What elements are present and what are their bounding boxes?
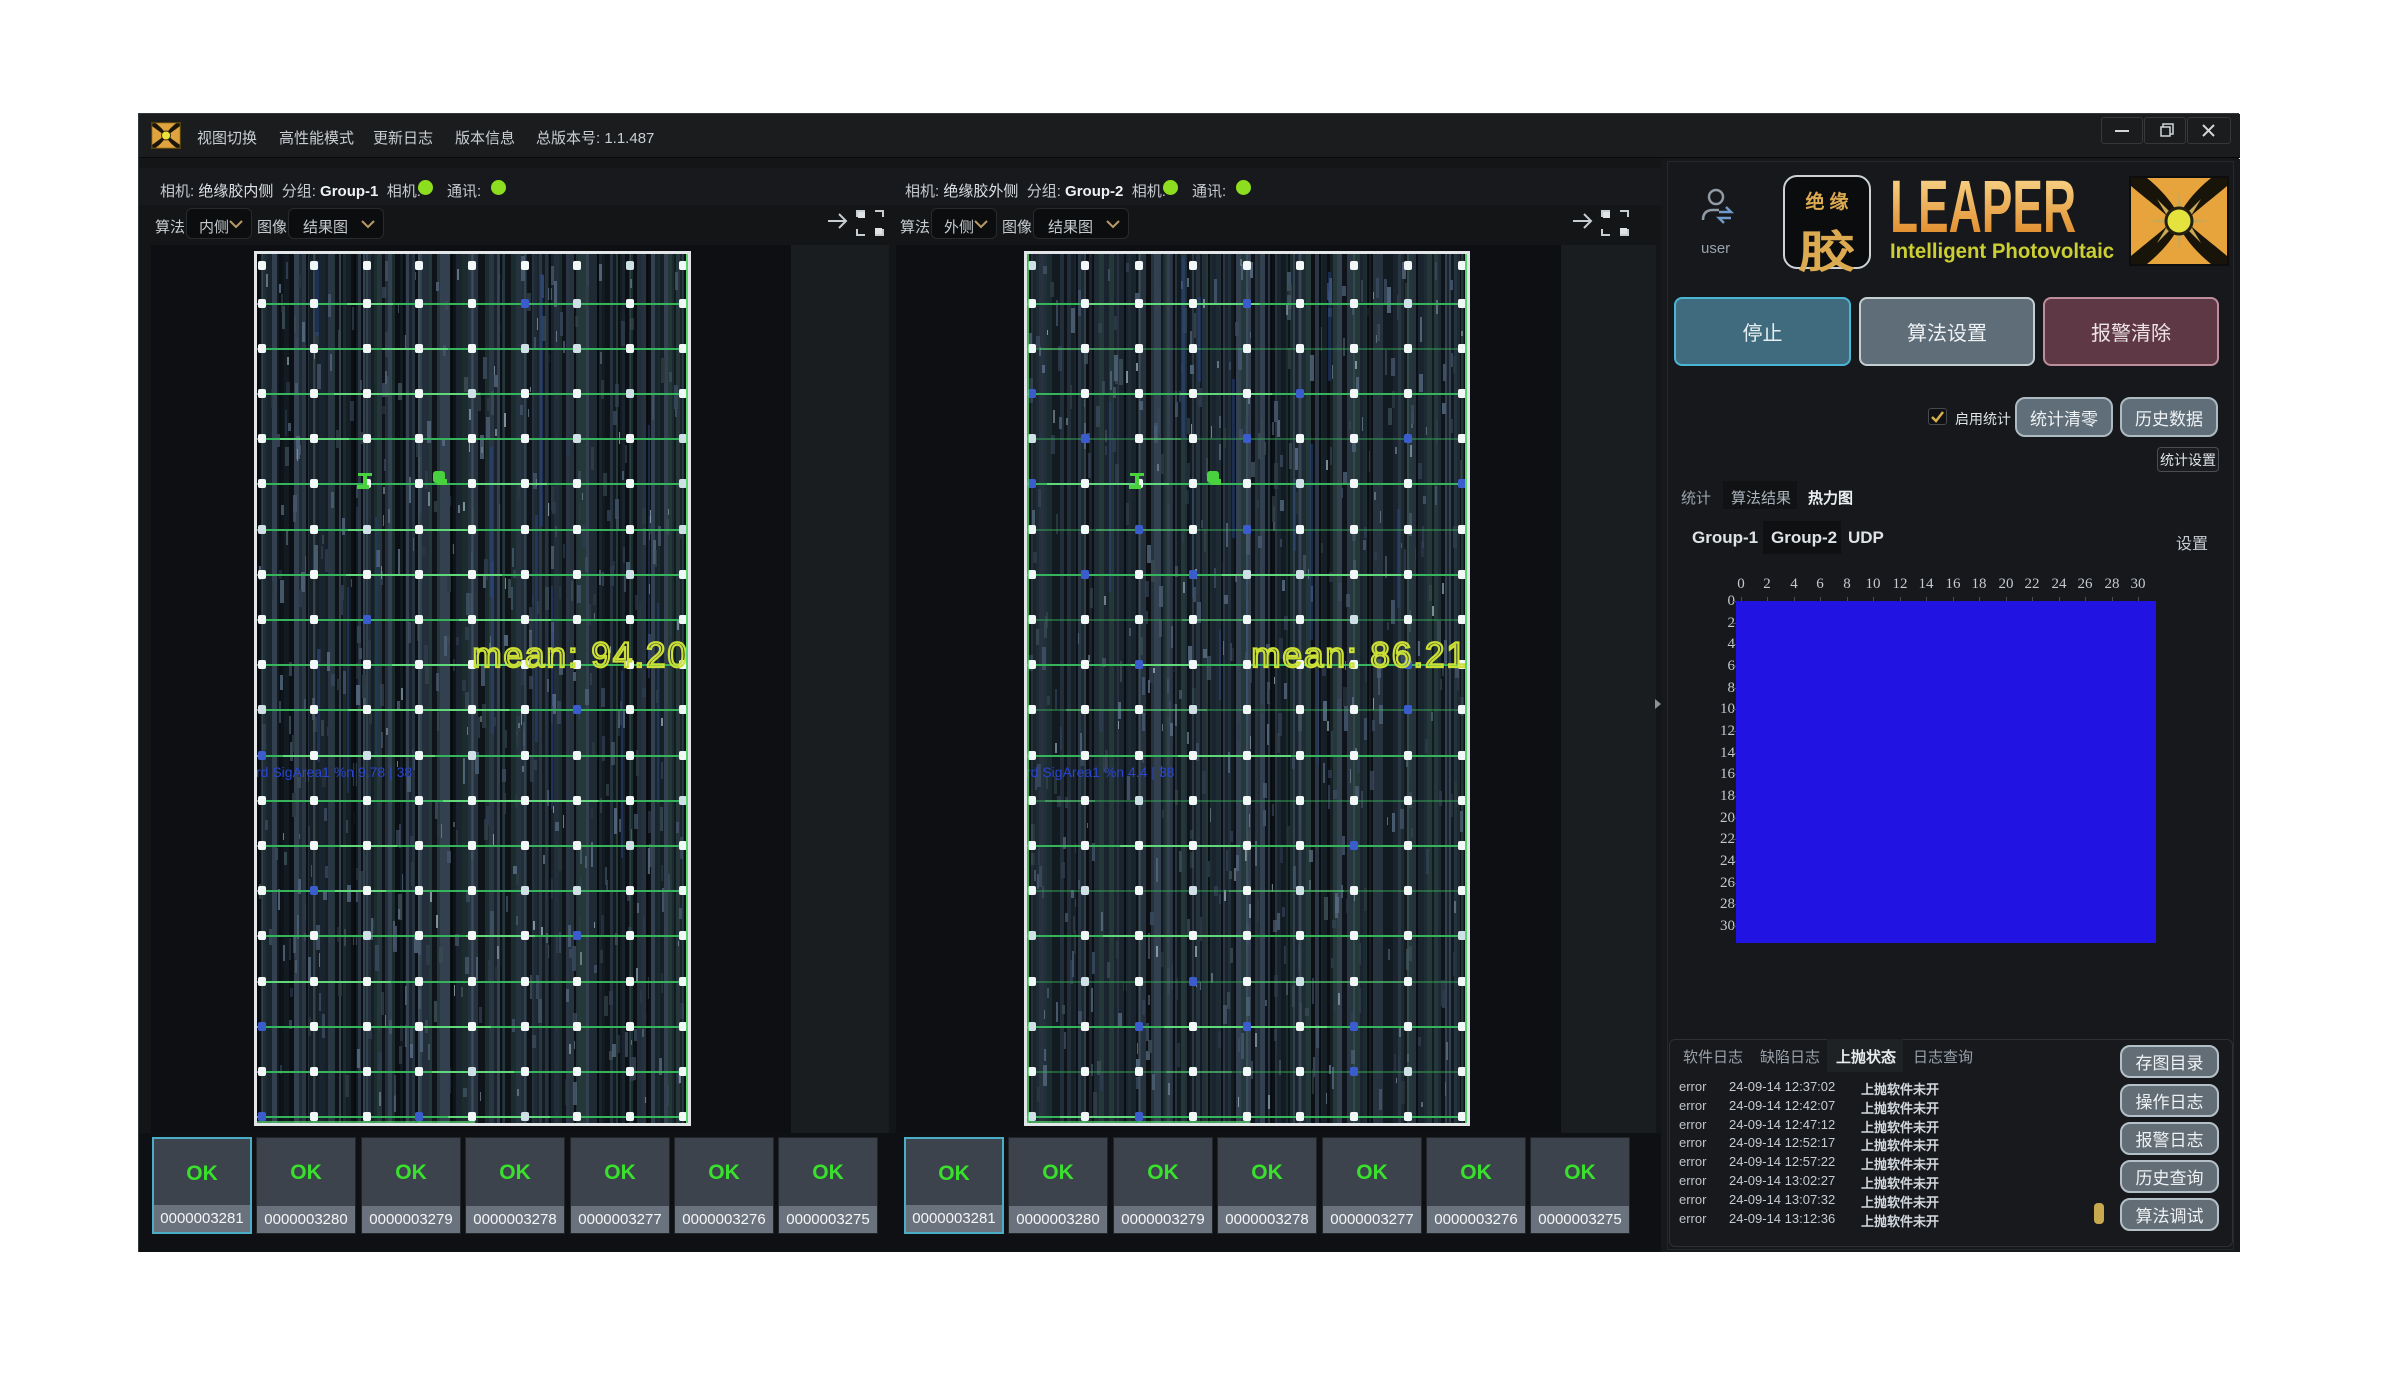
- svg-text:rd SigArea1 %n 4.4 | 38: rd SigArea1 %n 4.4 | 38: [1026, 764, 1175, 780]
- svg-text:mean: 86.21: mean: 86.21: [1251, 636, 1468, 675]
- svg-text:rd SigArea1 %n 9.78 | 38: rd SigArea1 %n 9.78 | 38: [256, 764, 412, 780]
- svg-text:mean: 94.20: mean: 94.20: [472, 636, 689, 675]
